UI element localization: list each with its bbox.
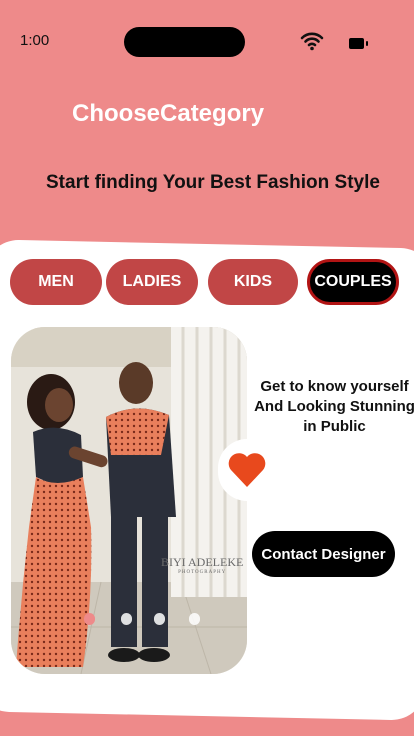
battery-icon xyxy=(349,38,368,49)
page-title: ChooseCategory xyxy=(72,100,265,127)
tab-kids[interactable]: KIDS xyxy=(208,259,298,305)
status-time: 1:00 xyxy=(20,32,50,49)
heart-icon xyxy=(228,453,266,487)
carousel-dot[interactable] xyxy=(84,613,95,625)
page-subtitle: Start finding Your Best Fashion Style xyxy=(46,172,380,193)
wifi-icon xyxy=(300,31,324,56)
tab-men[interactable]: MEN xyxy=(10,259,102,305)
favorite-button[interactable] xyxy=(218,439,276,501)
carousel-dots xyxy=(84,613,204,625)
carousel-dot[interactable] xyxy=(121,613,132,625)
photo-watermark: BIYI ADELEKE PHOTOGRAPHY xyxy=(161,555,244,575)
tagline: Get to know yourself And Looking Stunnin… xyxy=(254,378,414,435)
contact-designer-button[interactable]: Contact Designer xyxy=(252,531,395,577)
tab-ladies[interactable]: LADIES xyxy=(106,259,198,305)
carousel-dot[interactable] xyxy=(154,613,165,625)
tab-couples[interactable]: COUPLES xyxy=(307,259,399,305)
carousel-dot[interactable] xyxy=(189,613,200,625)
camera-notch xyxy=(124,27,245,57)
